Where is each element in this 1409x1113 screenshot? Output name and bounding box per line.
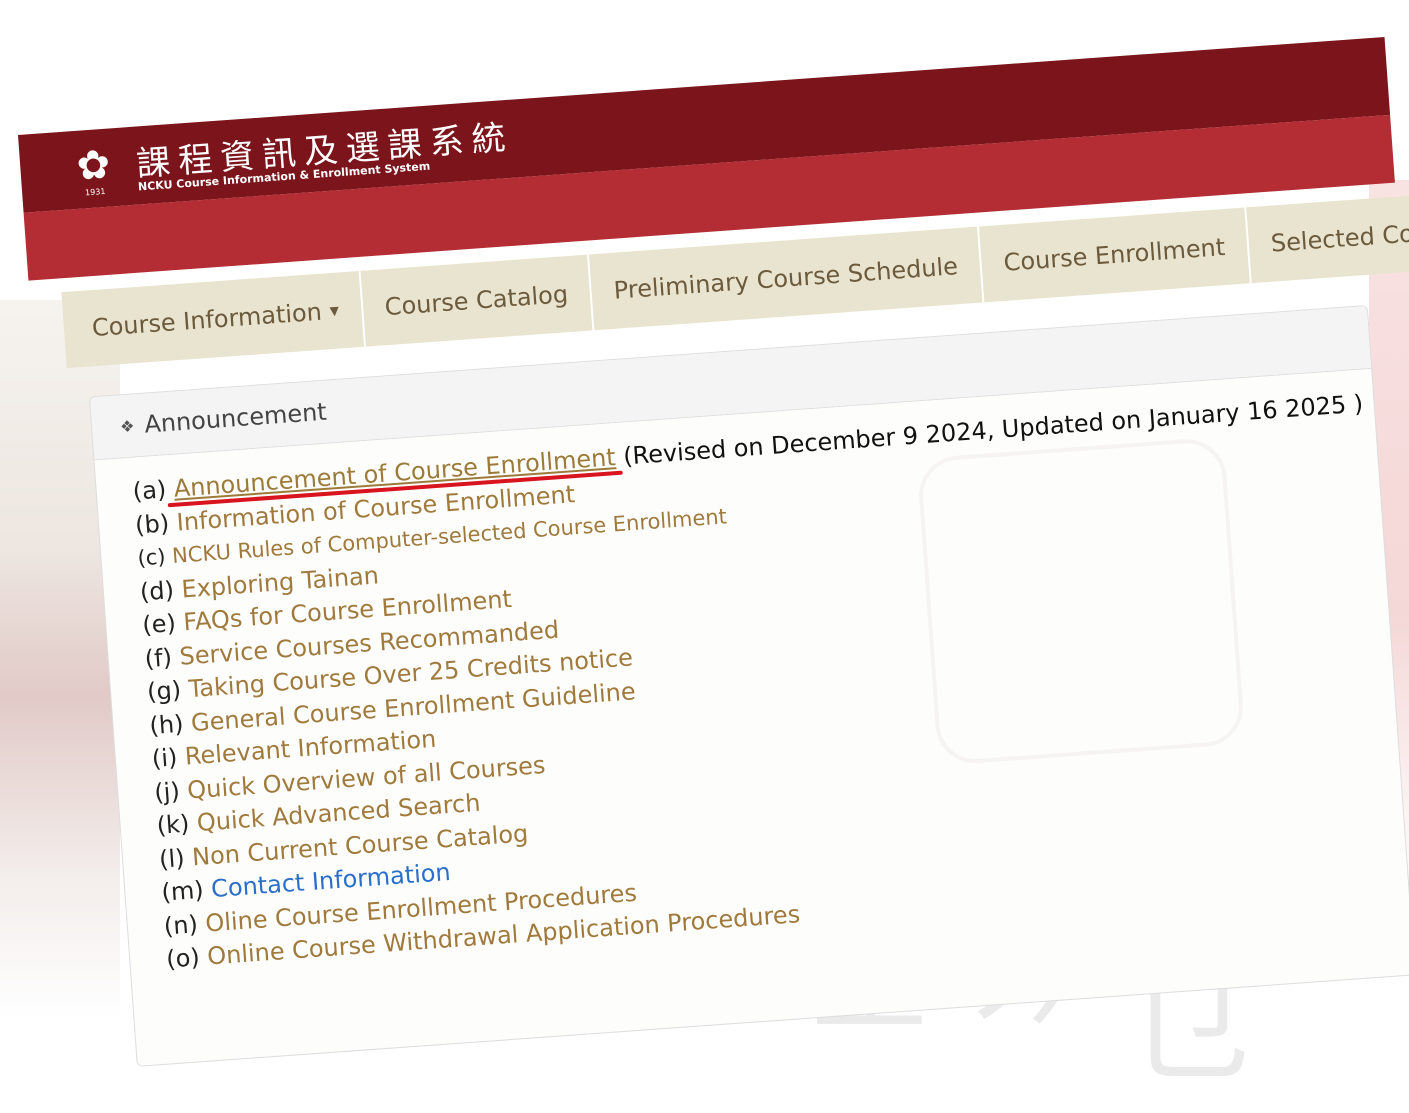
nav-preliminary-course-schedule[interactable]: Preliminary Course Schedule: [589, 226, 985, 331]
nav-label: Course Catalog: [383, 280, 569, 322]
nav-course-enrollment[interactable]: Course Enrollment: [979, 207, 1252, 303]
nav-selected-courses[interactable]: Selected Courses ▼: [1246, 187, 1409, 284]
page: ✿ 1931 課程資訊及選課系統 NCKU Course Information…: [18, 37, 1409, 1112]
item-prefix: (o): [165, 943, 201, 974]
item-prefix: (m): [160, 875, 205, 907]
item-prefix: (e): [141, 609, 177, 640]
flower-emblem-icon: ✿: [75, 141, 112, 190]
item-prefix: (d): [138, 575, 175, 606]
item-prefix: (j): [153, 776, 181, 807]
nav-label: Preliminary Course Schedule: [612, 252, 959, 305]
item-prefix: (n): [162, 909, 199, 941]
ncku-logo[interactable]: ✿ 1931: [63, 142, 125, 204]
item-prefix: (g): [146, 675, 183, 707]
diamond-bullet-icon: ❖: [119, 415, 136, 436]
caret-down-icon: ▼: [329, 303, 340, 319]
panel-title: Announcement: [143, 397, 328, 439]
item-prefix: (k): [155, 809, 191, 840]
announcement-panel: ❖ Announcement (a) Announcement of Cours…: [88, 304, 1409, 1067]
nav-course-catalog[interactable]: Course Catalog: [360, 254, 595, 347]
item-prefix: (b): [134, 508, 171, 540]
watermark-seal: [916, 436, 1246, 766]
item-prefix: (a): [131, 475, 168, 506]
nav-label: Course Information: [91, 297, 323, 343]
nav-label: Selected Courses: [1269, 214, 1409, 258]
nav-course-information[interactable]: Course Information ▼: [61, 270, 366, 369]
item-prefix: (f): [143, 642, 173, 673]
nav-label: Course Enrollment: [1002, 233, 1227, 277]
item-prefix: (i): [150, 743, 179, 773]
item-prefix: (l): [158, 843, 186, 874]
item-prefix: (c): [136, 544, 167, 571]
item-prefix: (h): [148, 709, 185, 740]
